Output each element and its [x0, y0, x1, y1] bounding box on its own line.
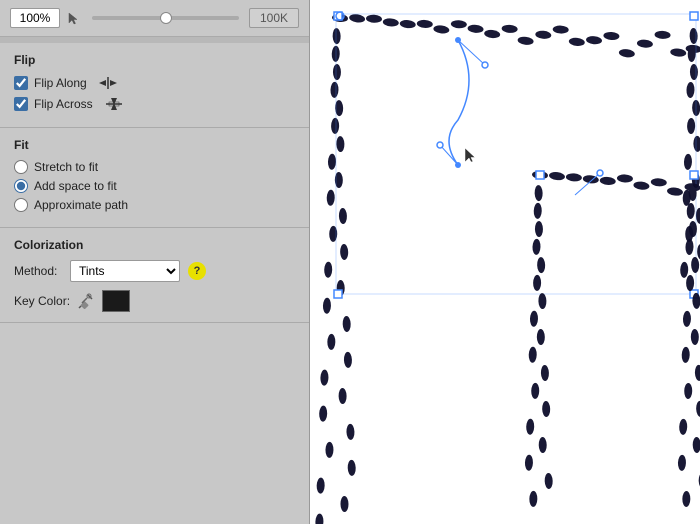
slider-thumb[interactable]: [160, 12, 172, 24]
flip-across-label[interactable]: Flip Across: [14, 97, 93, 111]
flip-across-checkbox[interactable]: [14, 97, 28, 111]
cursor-icon: [66, 10, 82, 26]
flip-section: Flip Flip Along Flip Across: [0, 43, 309, 128]
method-row: Method: None Tints Tints and Shades Hue …: [14, 260, 295, 282]
approx-label-text: Approximate path: [34, 198, 128, 212]
flip-along-row: Flip Along: [14, 75, 295, 91]
flip-along-text: Flip Along: [34, 76, 87, 90]
key-color-label: Key Color:: [14, 294, 70, 308]
eyedropper-icon[interactable]: [78, 293, 94, 309]
flip-along-icon: [97, 75, 119, 91]
stretch-radio[interactable]: [14, 160, 28, 174]
flip-across-text: Flip Across: [34, 97, 93, 111]
right-canvas: [310, 0, 700, 524]
approx-radio-label[interactable]: Approximate path: [14, 198, 295, 212]
flip-across-row: Flip Across: [14, 96, 295, 112]
colorization-title: Colorization: [14, 238, 295, 252]
info-icon[interactable]: ?: [188, 262, 206, 280]
slider-track: [92, 16, 239, 20]
flip-across-icon: [103, 96, 125, 112]
stretch-label-text: Stretch to fit: [34, 160, 98, 174]
flip-along-checkbox[interactable]: [14, 76, 28, 90]
fit-section: Fit Stretch to fit Add space to fit Appr…: [0, 128, 309, 228]
top-bar: 100K: [0, 0, 309, 37]
add-space-radio[interactable]: [14, 179, 28, 193]
add-space-radio-label[interactable]: Add space to fit: [14, 179, 295, 193]
flip-title: Flip: [14, 53, 295, 67]
stretch-radio-label[interactable]: Stretch to fit: [14, 160, 295, 174]
key-color-row: Key Color:: [14, 290, 295, 312]
left-panel: 100K Flip Flip Along Flip Across: [0, 0, 310, 524]
fit-title: Fit: [14, 138, 295, 152]
approx-radio[interactable]: [14, 198, 28, 212]
flip-along-label[interactable]: Flip Along: [14, 76, 87, 90]
colorization-section: Colorization Method: None Tints Tints an…: [0, 228, 309, 323]
canvas-svg: [310, 0, 700, 524]
slider-value: 100K: [249, 8, 299, 28]
method-label: Method:: [14, 264, 62, 278]
key-color-swatch[interactable]: [102, 290, 130, 312]
add-space-label-text: Add space to fit: [34, 179, 117, 193]
method-select[interactable]: None Tints Tints and Shades Hue Shift: [70, 260, 180, 282]
percent-input[interactable]: [10, 8, 60, 28]
